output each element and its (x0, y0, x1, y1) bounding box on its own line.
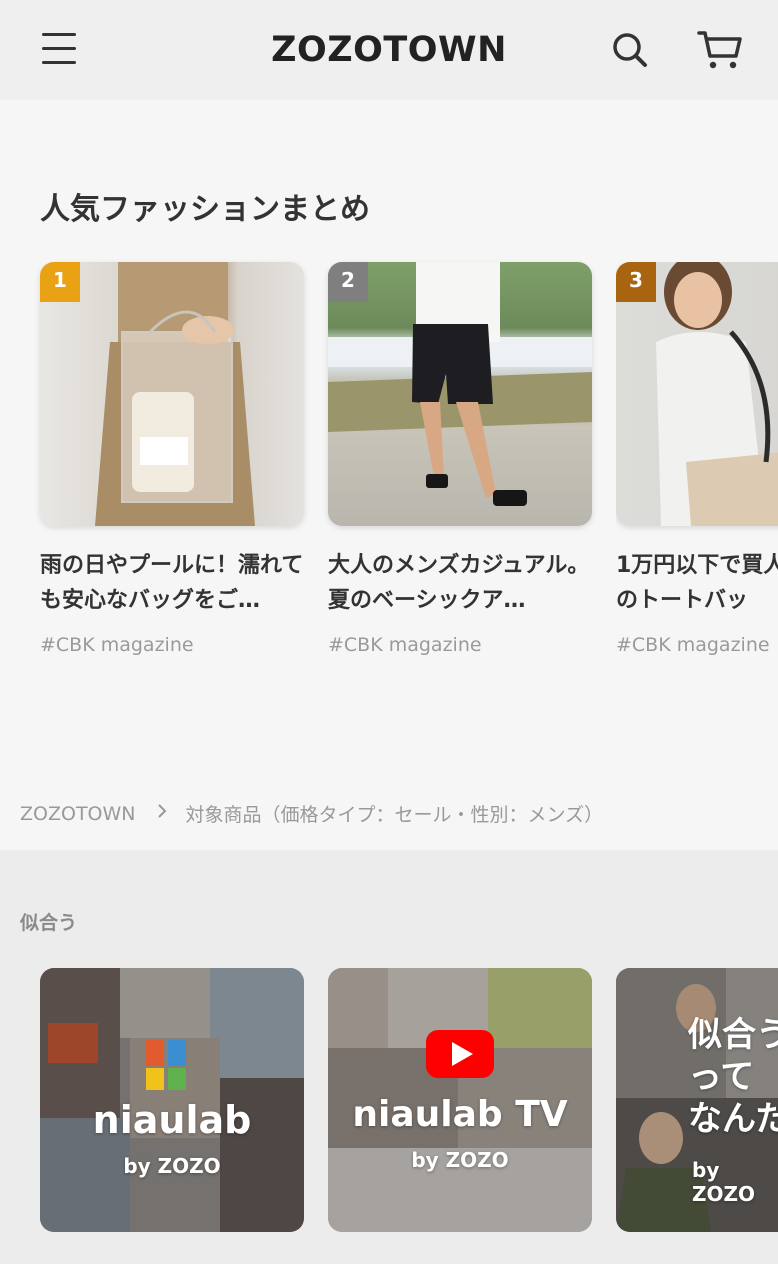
menu-icon[interactable] (40, 30, 80, 68)
header: ZOZOTOWN (0, 0, 778, 100)
article-card[interactable]: 2 大人のメンズカジュアル。夏のベーシックア… #CBK magazine (328, 262, 592, 656)
breadcrumb-current: 対象商品（価格タイプ：セール・性別：メンズ） (185, 804, 604, 826)
promo-by: by ZOZO (692, 1158, 756, 1206)
logo[interactable]: ZOZOTOWN (271, 30, 507, 70)
niau-section: 似合う niaulab by ZOZO niaulab TV by ZOZO 似… (0, 850, 778, 1264)
section-subtitle: 似合う (20, 912, 78, 934)
rank-badge: 1 (40, 262, 80, 302)
promo-banner-niaulab[interactable]: niaulab by ZOZO (40, 968, 304, 1232)
search-icon[interactable] (610, 30, 650, 70)
article-image[interactable]: 2 (328, 262, 592, 526)
cart-icon[interactable] (696, 28, 744, 72)
article-tag[interactable]: #CBK magazine (40, 634, 304, 656)
rank-badge: 2 (328, 262, 368, 302)
chevron-right-icon (156, 803, 168, 824)
article-tag[interactable]: #CBK magazine (328, 634, 592, 656)
promo-by: by ZOZO (123, 1154, 221, 1178)
promo-title: niaulab (92, 1098, 252, 1142)
article-card[interactable]: 3 1万円以下で買人のトートバッ #CBK magazine (616, 262, 778, 656)
section-title: 人気ファッションまとめ (40, 192, 370, 227)
article-image[interactable]: 3 (616, 262, 778, 526)
article-tag[interactable]: #CBK magazine (616, 634, 778, 656)
promo-title: 似合う って なんだ (688, 1015, 778, 1139)
promo-banner-niaulab-tv[interactable]: niaulab TV by ZOZO (328, 968, 592, 1232)
breadcrumb-home[interactable]: ZOZOTOWN (20, 803, 136, 825)
article-title[interactable]: 大人のメンズカジュアル。夏のベーシックア… (328, 548, 602, 618)
article-title[interactable]: 1万円以下で買人のトートバッ (616, 548, 778, 618)
article-card[interactable]: 1 雨の日やプールに！濡れても安心なバッグをご… #CBK magazine (40, 262, 304, 656)
breadcrumb: ZOZOTOWN 対象商品（価格タイプ：セール・性別：メンズ） (20, 800, 603, 827)
rank-badge: 3 (616, 262, 656, 302)
promo-banner-niau[interactable]: 似合う って なんだ by ZOZO (616, 968, 778, 1232)
article-image[interactable]: 1 (40, 262, 304, 526)
promo-title: niaulab TV (352, 1094, 568, 1135)
promo-by: by ZOZO (411, 1148, 509, 1172)
article-title[interactable]: 雨の日やプールに！濡れても安心なバッグをご… (40, 548, 314, 618)
